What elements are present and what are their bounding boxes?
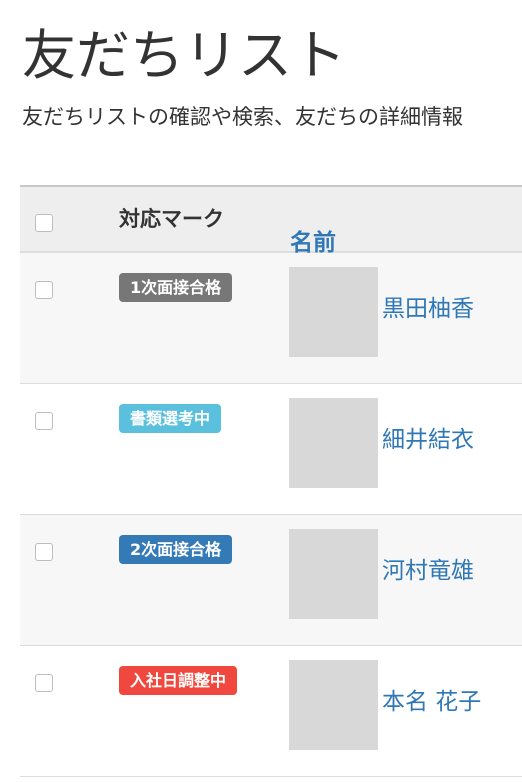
row-checkbox[interactable] xyxy=(35,674,53,692)
page-title: 友だちリスト xyxy=(22,24,346,87)
select-all-checkbox[interactable] xyxy=(35,214,53,232)
status-badge: 書類選考中 xyxy=(119,404,222,433)
friend-name-link[interactable]: 黒田柚香 xyxy=(382,294,474,324)
row-checkbox[interactable] xyxy=(35,281,53,299)
column-header-mark: 対応マーク xyxy=(119,207,224,231)
friends-list-page: 友だちリスト 友だちリストの確認や検索、友だちの詳細情報 対応マーク 名前 1次… xyxy=(0,0,522,782)
friends-table: 対応マーク 名前 1次面接合格 黒田柚香 書類選考中 細井結衣 2次面接合格 河… xyxy=(20,185,522,777)
avatar xyxy=(289,267,378,357)
status-badge: 1次面接合格 xyxy=(119,273,233,302)
table-row: 書類選考中 細井結衣 xyxy=(20,384,522,515)
table-row: 入社日調整中 本名 花子 xyxy=(20,646,522,777)
friend-name-link[interactable]: 本名 花子 xyxy=(382,687,481,717)
avatar xyxy=(289,660,378,750)
page-description: 友だちリストの確認や検索、友だちの詳細情報 xyxy=(22,105,463,129)
table-row: 1次面接合格 黒田柚香 xyxy=(20,253,522,384)
friend-name-link[interactable]: 河村竜雄 xyxy=(382,556,474,586)
avatar xyxy=(289,529,378,619)
status-badge: 入社日調整中 xyxy=(119,666,238,695)
friend-name-link[interactable]: 細井結衣 xyxy=(382,425,474,455)
status-badge: 2次面接合格 xyxy=(119,535,233,564)
row-checkbox[interactable] xyxy=(35,543,53,561)
avatar xyxy=(289,398,378,488)
table-row: 2次面接合格 河村竜雄 xyxy=(20,515,522,646)
table-header: 対応マーク 名前 xyxy=(20,185,522,256)
row-checkbox[interactable] xyxy=(35,412,53,430)
